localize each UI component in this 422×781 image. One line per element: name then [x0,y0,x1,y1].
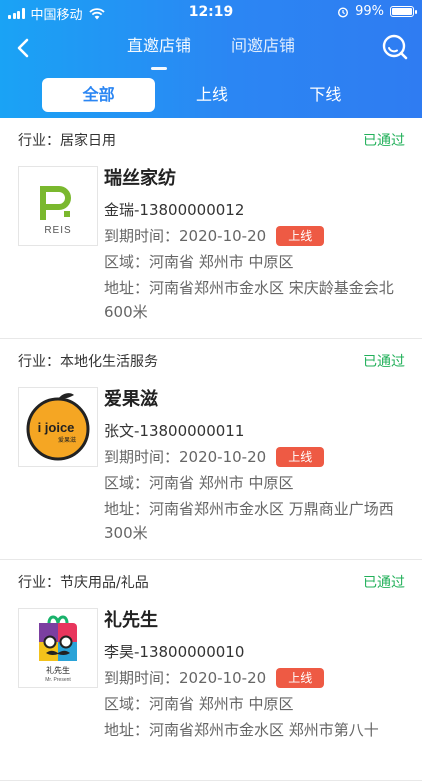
audit-status: 已通过 [363,133,405,149]
industry-label: 行业：节庆用品/礼品 [18,575,149,591]
shop-region: 区域：河南省 郑州市 中原区 [104,253,294,271]
card-header: 行业：节庆用品/礼品 已通过 [18,572,405,592]
tab-direct-invite[interactable]: 直邀店铺 [127,32,191,70]
svg-text:i joice: i joice [38,420,75,435]
shop-address: 地址：河南省郑州市金水区 郑州市第八十 [104,721,379,739]
shop-info: 礼先生 李昊-13800000010 到期时间：2020-10-20 上线 区域… [104,606,404,742]
card-header: 行业：本地化生活服务 已通过 [18,351,405,371]
shop-list: 行业：居家日用 已通过 REIS 瑞丝家纺 金瑞-13800000012 到期时… [0,118,422,781]
svg-text:Mr. Present: Mr. Present [45,677,71,683]
shop-name: 爱果滋 [104,389,158,410]
expire-date: 到期时间：2020-10-20 [104,448,267,466]
shop-address: 地址：河南省郑州市金水区 万鼎商业广场西300米 [104,500,394,542]
online-badge: 上线 [276,226,325,246]
shop-region: 区域：河南省 郑州市 中原区 [104,695,294,713]
search-icon[interactable] [380,32,410,62]
shop-logo: i joice 爱果滋 [18,387,98,467]
shop-info: 瑞丝家纺 金瑞-13800000012 到期时间：2020-10-20 上线 区… [104,164,404,324]
status-filter: 全部 上线 下线 [42,78,382,112]
expire-row: 到期时间：2020-10-20 上线 [104,224,404,248]
shop-logo: 礼先生 Mr. Present [18,608,98,688]
battery-fill [392,8,412,15]
shop-contact: 金瑞-13800000012 [104,201,245,219]
filter-online[interactable]: 上线 [155,78,268,112]
expire-date: 到期时间：2020-10-20 [104,669,267,687]
ijoice-logo-icon: i joice 爱果滋 [26,393,90,461]
nav-bar: 直邀店铺 间邀店铺 [0,28,422,70]
status-right: 99% [337,4,417,19]
shop-info: 爱果滋 张文-13800000011 到期时间：2020-10-20 上线 区域… [104,385,404,545]
audit-status: 已通过 [363,575,405,591]
card-header: 行业：居家日用 已通过 [18,130,405,150]
shop-card[interactable]: 行业：节庆用品/礼品 已通过 礼先生 Mr. Present 礼先生 李昊-13… [0,560,422,781]
reis-logo-icon: REIS [40,186,71,236]
shop-logo: REIS [18,166,98,246]
shop-name: 礼先生 [104,610,158,631]
shop-region: 区域：河南省 郑州市 中原区 [104,474,294,492]
tab-indirect-invite[interactable]: 间邀店铺 [231,32,295,64]
battery-percent: 99% [355,4,384,19]
mr-present-logo-icon: 礼先生 Mr. Present [39,615,77,683]
svg-text:REIS: REIS [44,225,71,236]
expire-row: 到期时间：2020-10-20 上线 [104,666,404,690]
shop-name: 瑞丝家纺 [104,168,176,189]
expire-row: 到期时间：2020-10-20 上线 [104,445,404,469]
status-bar: 中国移动 12:19 99% [0,0,422,24]
alarm-icon [338,6,349,18]
industry-label: 行业：居家日用 [18,133,116,149]
shop-card[interactable]: 行业：本地化生活服务 已通过 i joice 爱果滋 爱果滋 张文-138000… [0,339,422,560]
audit-status: 已通过 [363,354,405,370]
battery-icon [390,6,417,17]
shop-type-tabs: 直邀店铺 间邀店铺 [0,32,422,70]
online-badge: 上线 [276,668,325,688]
shop-contact: 李昊-13800000010 [104,643,245,661]
filter-all[interactable]: 全部 [42,78,156,112]
industry-label: 行业：本地化生活服务 [18,354,158,370]
filter-offline[interactable]: 下线 [269,78,382,112]
svg-text:爱果滋: 爱果滋 [58,436,76,444]
expire-date: 到期时间：2020-10-20 [104,227,267,245]
shop-address: 地址：河南省郑州市金水区 宋庆龄基金会北600米 [104,279,394,321]
shop-card[interactable]: 行业：居家日用 已通过 REIS 瑞丝家纺 金瑞-13800000012 到期时… [0,118,422,339]
svg-text:礼先生: 礼先生 [46,665,70,675]
app-header: 中国移动 12:19 99% 直邀店铺 间邀店铺 全部 上线 下线 [0,0,422,118]
shop-contact: 张文-13800000011 [104,422,245,440]
online-badge: 上线 [276,447,325,467]
